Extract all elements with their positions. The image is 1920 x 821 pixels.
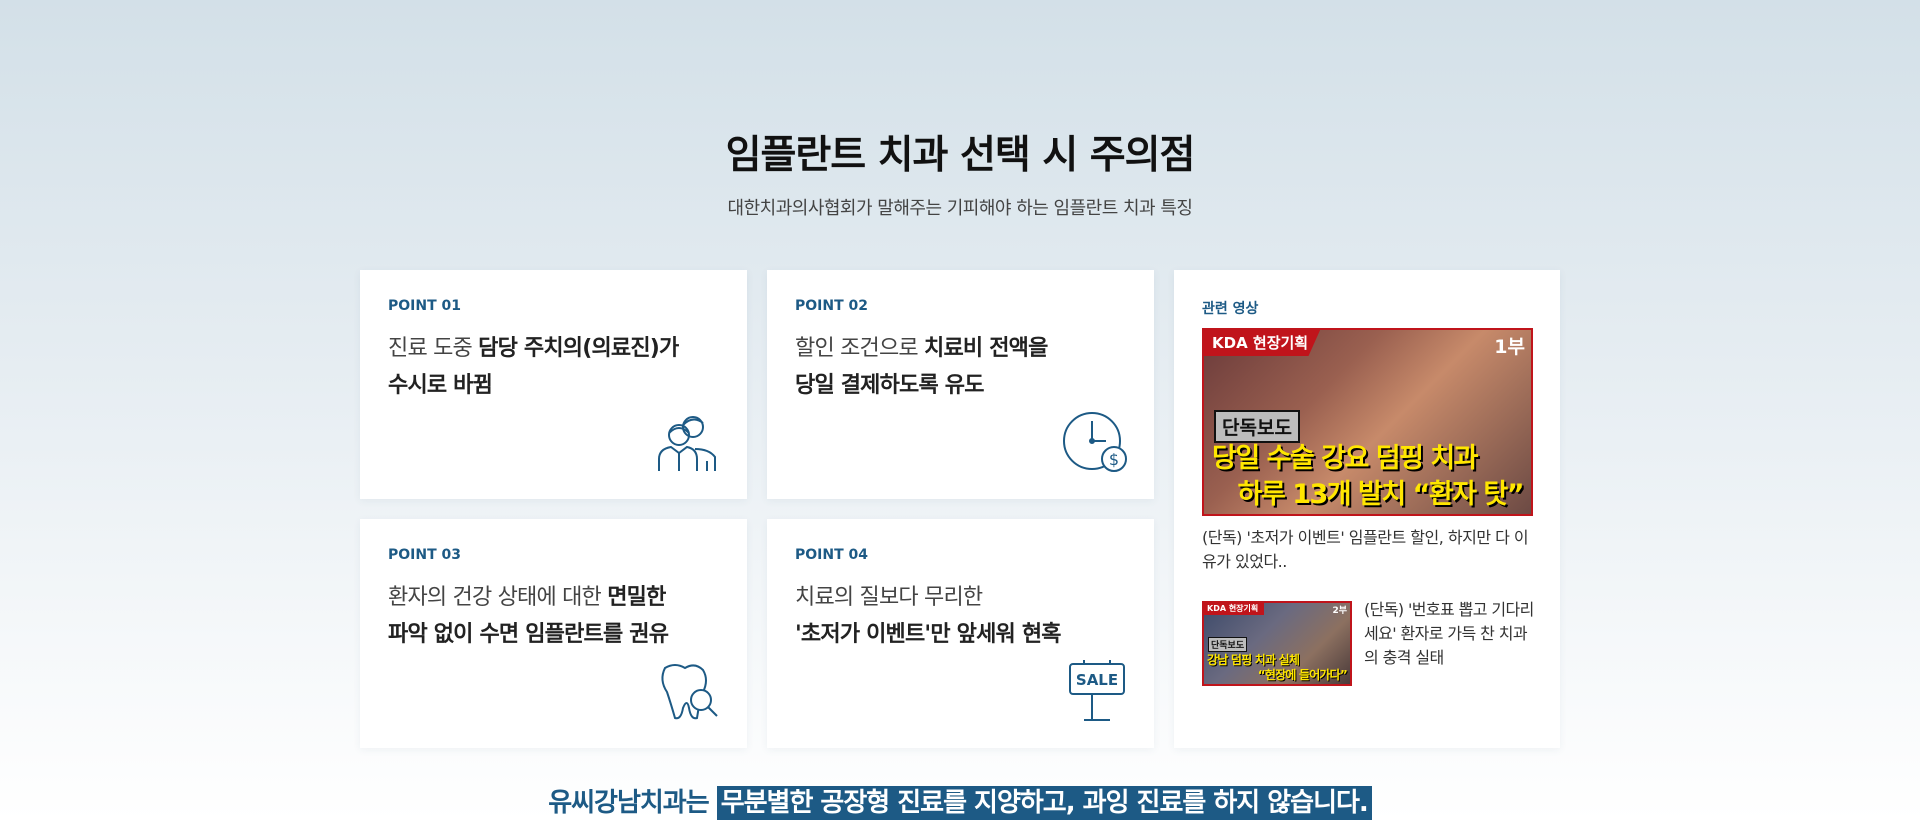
point-text: 진료 도중 담당 주치의(의료진)가 수시로 바뀜: [388, 336, 679, 398]
point-tag: POINT 01: [388, 298, 461, 314]
related-videos-card: 관련 영상 KDA 현장기획 1부 단독보도 당일 수술 강요 덤핑 치과 하루…: [1174, 270, 1560, 748]
point-card-03: POINT 03 환자의 건강 상태에 대한 면밀한 파악 없이 수면 임플란트…: [360, 519, 747, 748]
clock-dollar-icon: $: [1062, 411, 1128, 473]
clinic-statement-prefix: 유씨강남치과는: [548, 788, 717, 818]
doctors-icon: [655, 411, 721, 473]
video-thumbnail-main[interactable]: KDA 현장기획 1부 단독보도 당일 수술 강요 덤핑 치과 하루 13개 발…: [1202, 328, 1533, 516]
point-card-04: POINT 04 치료의 질보다 무리한 '초저가 이벤트'만 앞세워 현혹 S…: [767, 519, 1154, 748]
svg-text:$: $: [1109, 450, 1119, 469]
point-tag: POINT 03: [388, 547, 461, 563]
sale-sign-icon: SALE: [1062, 660, 1128, 722]
video-caption-secondary[interactable]: (단독) '번호표 뽑고 기다리세요' 환자로 가득 찬 치과의 충격 실태: [1364, 598, 1536, 670]
thumbnail-headline: 당일 수술 강요 덤핑 치과: [1212, 443, 1479, 474]
video-thumbnail-secondary[interactable]: KDA 현장기획 2부 단독보도 강남 덤핑 치과 실체 “현장에 들어가다”: [1202, 601, 1352, 686]
point-text: 환자의 건강 상태에 대한 면밀한 파악 없이 수면 임플란트를 권유: [388, 585, 669, 647]
point-card-02: POINT 02 할인 조건으로 치료비 전액을 당일 결제하도록 유도 $: [767, 270, 1154, 499]
related-videos-label: 관련 영상: [1202, 301, 1259, 317]
clinic-statement: 유씨강남치과는 무분별한 공장형 진료를 지양하고, 과잉 진료를 하지 않습니…: [0, 782, 1920, 820]
section-subtitle: 대한치과의사협회가 말해주는 기피해야 하는 임플란트 치과 특징: [727, 198, 1193, 219]
point-card-01: POINT 01 진료 도중 담당 주치의(의료진)가 수시로 바뀜: [360, 270, 747, 499]
point-text: 할인 조건으로 치료비 전액을 당일 결제하도록 유도: [795, 336, 1048, 398]
video-caption-main[interactable]: (단독) '초저가 이벤트' 임플란트 할인, 하지만 다 이유가 있었다..: [1202, 526, 1533, 574]
point-tag: POINT 04: [795, 547, 868, 563]
thumbnail-headline: “현장에 들어가다”: [1257, 668, 1348, 682]
point-tag: POINT 02: [795, 298, 868, 314]
clinic-statement-highlight: 무분별한 공장형 진료를 지양하고, 과잉 진료를 하지 않습니다.: [716, 786, 1372, 820]
thumbnail-exclusive: 단독보도: [1208, 637, 1248, 652]
thumbnail-badge: KDA 현장기획: [1204, 330, 1321, 356]
thumbnail-headline: 하루 13개 발치 “환자 탓”: [1237, 479, 1525, 510]
thumbnail-part: 2부: [1332, 606, 1347, 616]
thumbnail-badge: KDA 현장기획: [1204, 603, 1265, 615]
svg-text:SALE: SALE: [1076, 671, 1118, 689]
tooth-magnifier-icon: [655, 660, 721, 722]
section-title: 임플란트 치과 선택 시 주의점: [725, 133, 1196, 178]
point-text: 치료의 질보다 무리한 '초저가 이벤트'만 앞세워 현혹: [795, 585, 1062, 647]
thumbnail-part: 1부: [1494, 336, 1525, 358]
